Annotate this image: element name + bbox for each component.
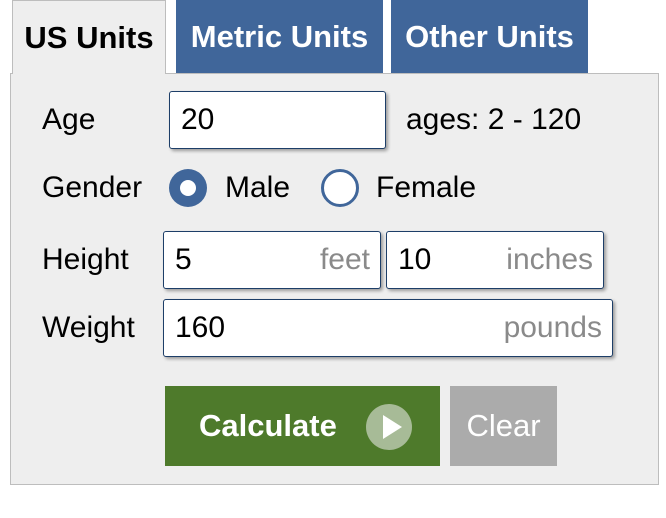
calculate-label: Calculate bbox=[199, 408, 337, 443]
gender-male-radio[interactable] bbox=[169, 169, 207, 207]
inches-unit-label: inches bbox=[506, 243, 593, 276]
gender-female-radio[interactable] bbox=[321, 169, 359, 207]
height-feet-value: 5 bbox=[175, 243, 192, 276]
feet-unit-label: feet bbox=[319, 243, 370, 276]
play-arrow-icon bbox=[366, 404, 412, 450]
age-value: 20 bbox=[181, 103, 215, 136]
weight-label: Weight bbox=[42, 311, 135, 344]
gender-label: Gender bbox=[42, 171, 143, 204]
tab-us-units[interactable]: US Units bbox=[12, 0, 166, 74]
height-label: Height bbox=[42, 243, 129, 276]
gender-female-label[interactable]: Female bbox=[376, 171, 476, 205]
tab-metric-units[interactable]: Metric Units bbox=[176, 0, 383, 73]
age-label: Age bbox=[42, 103, 96, 136]
gender-male-label[interactable]: Male bbox=[225, 171, 290, 205]
weight-value: 160 bbox=[175, 311, 226, 344]
age-range-hint: ages: 2 - 120 bbox=[406, 103, 582, 136]
height-feet-input[interactable]: 5 feet bbox=[163, 231, 381, 289]
clear-button[interactable]: Clear bbox=[450, 386, 557, 466]
height-inches-value: 10 bbox=[398, 243, 432, 276]
tab-other-units[interactable]: Other Units bbox=[391, 0, 588, 73]
weight-input[interactable]: 160 pounds bbox=[163, 299, 613, 357]
height-inches-input[interactable]: 10 inches bbox=[386, 231, 604, 289]
pounds-unit-label: pounds bbox=[503, 311, 602, 344]
age-input[interactable]: 20 bbox=[169, 91, 386, 149]
